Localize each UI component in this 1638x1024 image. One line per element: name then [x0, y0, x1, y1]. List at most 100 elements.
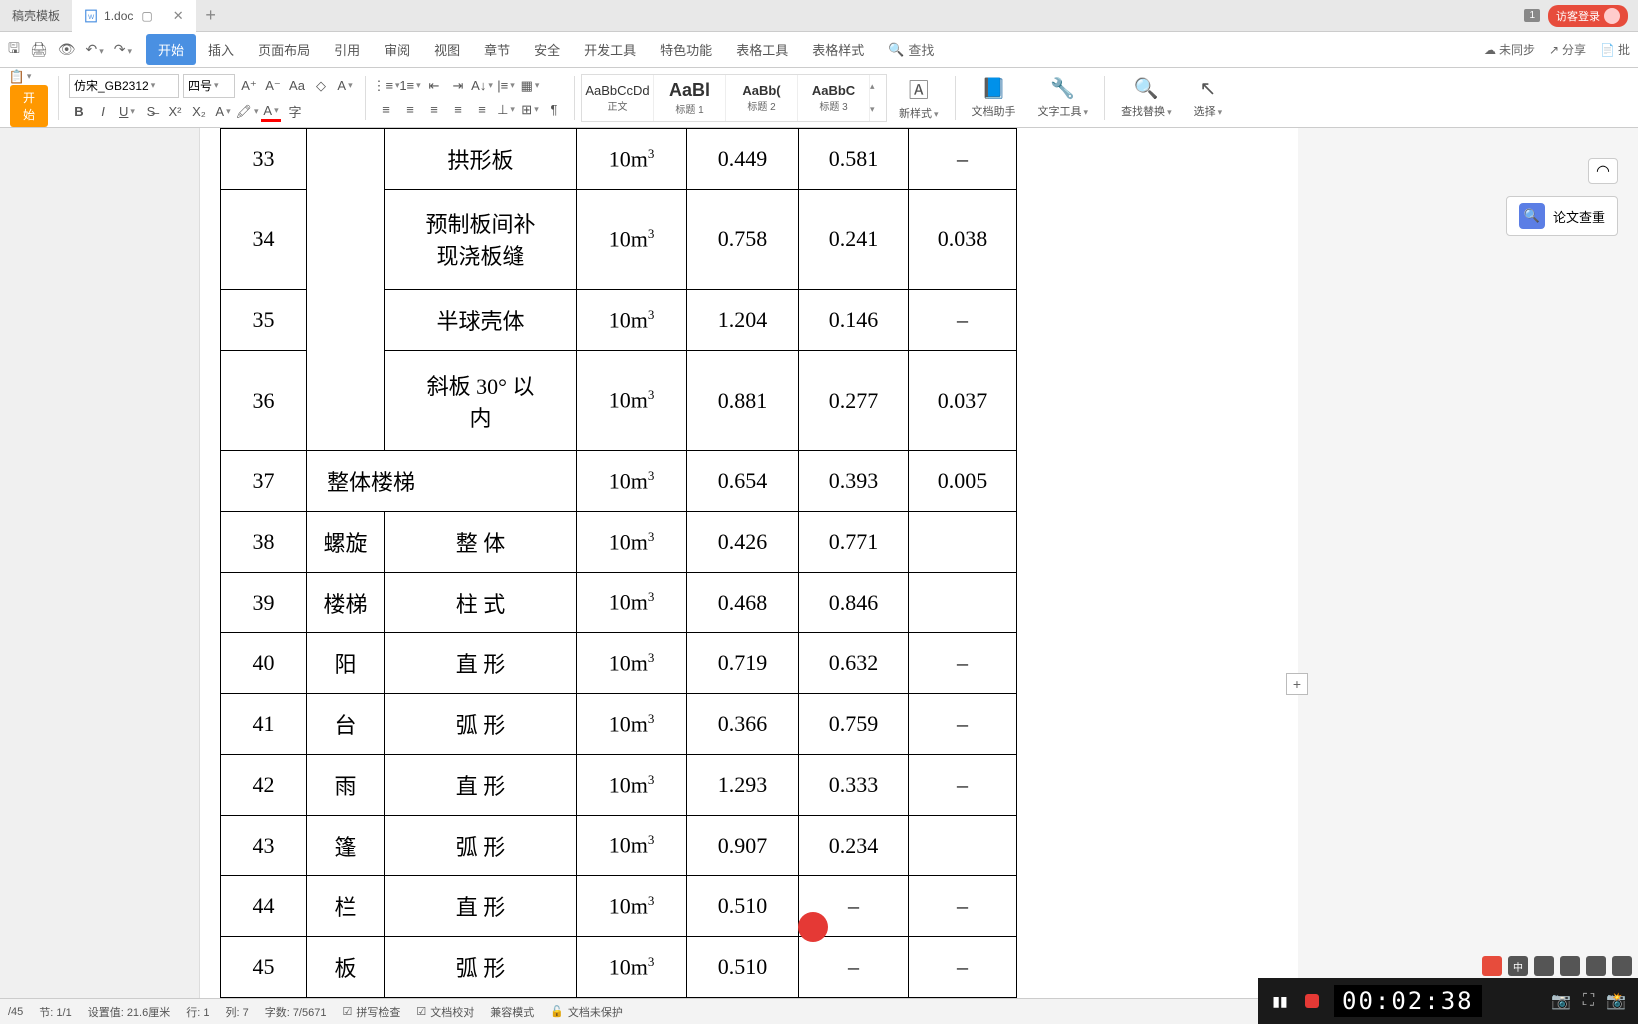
superscript-button[interactable]: X² [165, 102, 185, 122]
tab-stop-icon[interactable]: ⊥ [496, 100, 516, 120]
ime-chinese-icon[interactable]: 中 [1508, 956, 1528, 976]
status-setvalue[interactable]: 设置值: 21.6厘米 [88, 1004, 171, 1020]
recording-camera-icon[interactable]: 📷 [1551, 991, 1571, 1011]
bullet-list-icon[interactable]: ⋮≡ [376, 76, 396, 96]
change-case-icon[interactable]: Aa [287, 76, 307, 96]
format-painter-button[interactable]: 开始 [10, 85, 48, 127]
tray-icon-4[interactable] [1612, 956, 1632, 976]
new-style-button[interactable]: 🄰 新样式 [889, 74, 949, 121]
style-h3[interactable]: AaBbC 标题 3 [798, 75, 870, 121]
new-tab-button[interactable]: + [196, 5, 226, 26]
status-col[interactable]: 列: 7 [225, 1004, 248, 1020]
font-size-combo[interactable]: 四号 [183, 74, 235, 98]
menu-table-style[interactable]: 表格样式 [800, 34, 876, 65]
distribute-icon[interactable]: ≡ [472, 100, 492, 120]
tray-icon-2[interactable] [1560, 956, 1580, 976]
menu-table-tool[interactable]: 表格工具 [724, 34, 800, 65]
select-button[interactable]: ↖ 选择 [1184, 76, 1233, 119]
find-replace-button[interactable]: 🔍 查找替换 [1111, 76, 1182, 119]
status-wordcount[interactable]: 字数: 7/5671 [265, 1004, 327, 1020]
style-body[interactable]: AaBbCcDd 正文 [582, 75, 654, 121]
tab-document[interactable]: W 1.doc ▢ ✕ [72, 0, 196, 32]
subscript-button[interactable]: X₂ [189, 102, 209, 122]
font-color-icon[interactable]: A [261, 102, 281, 122]
doc-helper-button[interactable]: 📘 文档助手 [962, 76, 1026, 119]
table-row[interactable]: 41台弧 形10m30.3660.759– [221, 694, 1017, 755]
shading-icon[interactable]: ▦ [520, 76, 540, 96]
recording-expand-icon[interactable]: ⛶ [1583, 992, 1594, 1010]
align-left-icon[interactable]: ≡ [376, 100, 396, 120]
status-compat[interactable]: 兼容模式 [490, 1004, 534, 1020]
menu-start[interactable]: 开始 [146, 34, 196, 65]
status-page[interactable]: /45 [8, 1006, 23, 1018]
table-row[interactable]: 33拱形板10m30.4490.581– [221, 129, 1017, 190]
menu-special[interactable]: 特色功能 [648, 34, 724, 65]
highlight-icon[interactable]: 🖍 [237, 102, 257, 122]
unsync-button[interactable]: ☁ 未同步 [1484, 41, 1535, 58]
increase-indent-icon[interactable]: ⇥ [448, 76, 468, 96]
phonetic-icon[interactable]: 字 [285, 102, 305, 122]
decrease-font-icon[interactable]: A⁻ [263, 76, 283, 96]
batch-button[interactable]: 📄 批 [1600, 41, 1630, 58]
tray-icon-1[interactable] [1534, 956, 1554, 976]
align-right-icon[interactable]: ≡ [424, 100, 444, 120]
share-button[interactable]: ↗ 分享 [1549, 41, 1586, 58]
clear-format-icon[interactable]: ◇ [311, 76, 331, 96]
menu-reference[interactable]: 引用 [322, 34, 372, 65]
recording-snapshot-icon[interactable]: 📸 [1606, 991, 1626, 1011]
table-row[interactable]: 37整体楼梯10m30.6540.3930.005 [221, 451, 1017, 512]
table-row[interactable]: 44栏直 形10m30.510–– [221, 876, 1017, 937]
italic-button[interactable]: I [93, 102, 113, 122]
underline-button[interactable]: U [117, 102, 137, 122]
recording-stop-button[interactable] [1302, 991, 1322, 1011]
status-proofread[interactable]: ☑ 文档校对 [416, 1004, 474, 1020]
text-tool-button[interactable]: 🔧 文字工具 [1028, 76, 1099, 119]
line-spacing-icon[interactable]: |≡ [496, 76, 516, 96]
tab-close-icon[interactable]: ✕ [173, 8, 184, 24]
collapse-panel-button[interactable]: ◠ [1588, 158, 1618, 184]
strikethrough-button[interactable]: S̶ [141, 102, 161, 122]
font-name-combo[interactable]: 仿宋_GB2312 [69, 74, 179, 98]
menu-chapter[interactable]: 章节 [472, 34, 522, 65]
style-h2[interactable]: AaBb( 标题 2 [726, 75, 798, 121]
print-preview-icon[interactable]: 👁 [58, 41, 76, 58]
menu-view[interactable]: 视图 [422, 34, 472, 65]
table-row[interactable]: 38螺旋整 体10m30.4260.771 [221, 512, 1017, 573]
tab-template[interactable]: 稿壳模板 [0, 0, 72, 32]
style-gallery-up-icon[interactable]: ▴ [870, 81, 886, 92]
search-button[interactable]: 🔍 查找 [888, 40, 934, 59]
decrease-indent-icon[interactable]: ⇤ [424, 76, 444, 96]
table-row[interactable]: 40阳直 形10m30.7190.632– [221, 633, 1017, 694]
menu-layout[interactable]: 页面布局 [246, 34, 322, 65]
number-list-icon[interactable]: 1≡ [400, 76, 420, 96]
document-page[interactable]: 33拱形板10m30.4490.581–34预制板间补现浇板缝10m30.758… [200, 128, 1298, 998]
print-icon[interactable]: 🖨 [30, 41, 48, 58]
recording-pause-button[interactable]: ▮▮ [1270, 991, 1290, 1011]
menu-dev[interactable]: 开发工具 [572, 34, 648, 65]
show-marks-icon[interactable]: ¶ [544, 100, 564, 120]
table-row[interactable]: 42雨直 形10m31.2930.333– [221, 754, 1017, 815]
table-row[interactable]: 43篷弧 形10m30.9070.234 [221, 815, 1017, 876]
align-center-icon[interactable]: ≡ [400, 100, 420, 120]
table-row[interactable]: 39楼梯柱 式10m30.4680.846 [221, 572, 1017, 633]
table-row[interactable]: 45板弧 形10m30.510–– [221, 937, 1017, 998]
text-effect-icon[interactable]: A [213, 102, 233, 122]
menu-review[interactable]: 审阅 [372, 34, 422, 65]
border-icon[interactable]: ⊞ [520, 100, 540, 120]
status-section[interactable]: 节: 1/1 [39, 1004, 71, 1020]
text-direction-icon[interactable]: A↓ [472, 76, 492, 96]
clipboard-icon[interactable]: 📋 [10, 68, 30, 85]
menu-insert[interactable]: 插入 [196, 34, 246, 65]
paper-check-button[interactable]: 🔍 论文查重 [1506, 196, 1618, 236]
menu-security[interactable]: 安全 [522, 34, 572, 65]
status-row[interactable]: 行: 1 [186, 1004, 209, 1020]
undo-button[interactable]: ↶ [86, 41, 104, 58]
guest-login-button[interactable]: 访客登录 [1548, 5, 1628, 27]
notification-badge[interactable]: 1 [1524, 9, 1540, 22]
style-gallery-down-icon[interactable]: ▾ [870, 104, 886, 115]
status-protect[interactable]: 🔓 文档未保护 [550, 1004, 623, 1020]
data-table[interactable]: 33拱形板10m30.4490.581–34预制板间补现浇板缝10m30.758… [220, 128, 1017, 998]
char-border-icon[interactable]: A [335, 76, 355, 96]
add-row-button[interactable]: + [1286, 673, 1308, 695]
increase-font-icon[interactable]: A⁺ [239, 76, 259, 96]
